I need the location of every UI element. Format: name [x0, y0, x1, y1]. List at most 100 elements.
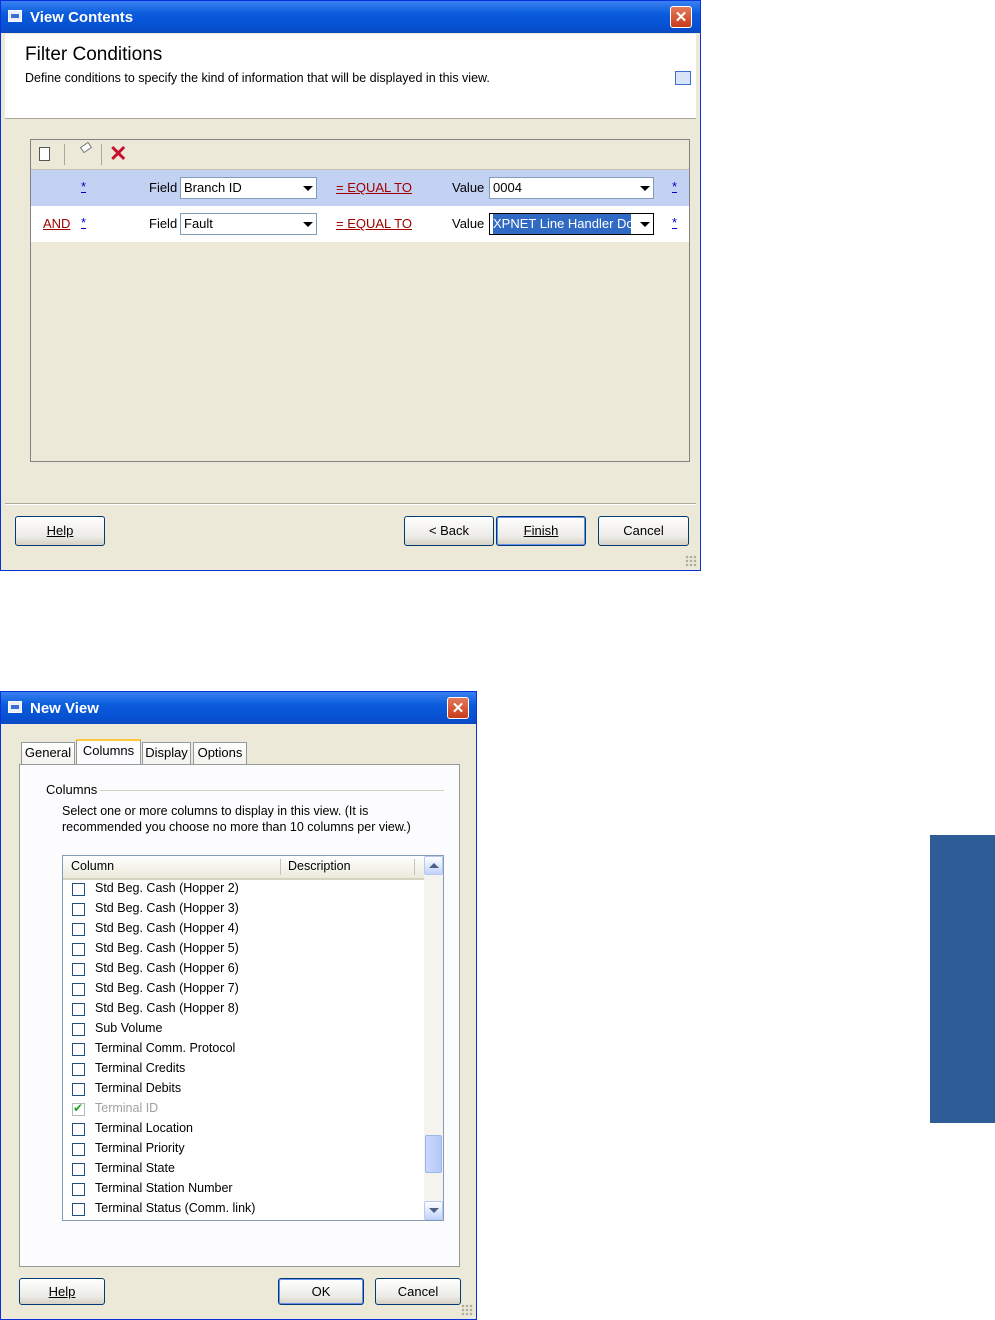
value-select[interactable]: 0004	[489, 177, 654, 199]
ok-button[interactable]: OK	[278, 1278, 364, 1305]
page-description: Define conditions to specify the kind of…	[25, 71, 490, 85]
cancel-button[interactable]: Cancel	[375, 1278, 461, 1305]
checkbox[interactable]	[72, 1043, 85, 1056]
operator-link[interactable]: = EQUAL TO	[336, 216, 412, 231]
resize-grip-icon[interactable]	[461, 1304, 473, 1316]
list-item[interactable]: Terminal Status (Comm. link)	[63, 1200, 423, 1220]
help-button-label: Help	[48, 1284, 76, 1299]
list-item[interactable]: Terminal Debits	[63, 1080, 423, 1100]
chevron-down-icon[interactable]	[635, 214, 653, 234]
chevron-down-icon[interactable]	[635, 178, 653, 198]
checkbox[interactable]	[72, 1083, 85, 1096]
list-item[interactable]: Std Beg. Cash (Hopper 5)	[63, 940, 423, 960]
field-select[interactable]: Branch ID	[180, 177, 317, 199]
tab-display[interactable]: Display	[142, 742, 191, 764]
list-item[interactable]: Terminal Location	[63, 1120, 423, 1140]
field-label: Field	[149, 216, 178, 231]
list-item-label: Terminal ID	[95, 1101, 159, 1115]
tab-general-label: General	[24, 745, 72, 760]
tab-columns[interactable]: Columns	[76, 739, 141, 764]
list-item[interactable]: Sub Volume	[63, 1020, 423, 1040]
row-star-link[interactable]: *	[81, 179, 86, 194]
finish-button[interactable]: Finish	[496, 516, 586, 546]
list-item[interactable]: Std Beg. Cash (Hopper 4)	[63, 920, 423, 940]
field-select[interactable]: Fault	[180, 213, 317, 235]
list-item[interactable]: Terminal Priority	[63, 1140, 423, 1160]
operator-link[interactable]: = EQUAL TO	[336, 180, 412, 195]
instruction-text: Select one or more columns to display in…	[62, 804, 411, 834]
resize-grip-icon[interactable]	[685, 555, 697, 567]
back-button[interactable]: < Back	[404, 516, 494, 546]
checkbox[interactable]	[72, 963, 85, 976]
checkbox[interactable]	[72, 983, 85, 996]
list-item-label: Sub Volume	[95, 1021, 163, 1035]
cancel-button-label: Cancel	[397, 1284, 439, 1299]
list-item[interactable]: Terminal Credits	[63, 1060, 423, 1080]
list-item-label: Std Beg. Cash (Hopper 2)	[95, 881, 239, 895]
list-item-label: Terminal Station Number	[95, 1181, 233, 1195]
column-list[interactable]: Column Description Std Beg. Cash (Hopper…	[62, 855, 444, 1221]
tab-options-label: Options	[197, 745, 243, 760]
scroll-thumb[interactable]	[425, 1135, 442, 1173]
header-divider	[280, 859, 281, 875]
checkbox[interactable]	[72, 1163, 85, 1176]
button-separator	[5, 503, 696, 505]
list-item[interactable]: Terminal Comm. Protocol	[63, 1040, 423, 1060]
value-select[interactable]: XPNET Line Handler Do	[489, 213, 654, 235]
checkbox[interactable]	[72, 943, 85, 956]
checkbox[interactable]	[72, 923, 85, 936]
help-button[interactable]: Help	[15, 516, 105, 546]
chevron-down-icon[interactable]	[298, 214, 316, 234]
list-item[interactable]: Std Beg. Cash (Hopper 3)	[63, 900, 423, 920]
checkbox[interactable]	[72, 1203, 85, 1216]
list-item-label: Terminal Location	[95, 1121, 193, 1135]
checkbox[interactable]	[72, 1003, 85, 1016]
row-end-star-link[interactable]: *	[672, 215, 677, 230]
row-end-star-link[interactable]: *	[672, 179, 677, 194]
new-document-icon[interactable]	[39, 147, 50, 161]
scrollbar[interactable]	[424, 856, 443, 1220]
description-header[interactable]: Description	[288, 859, 351, 873]
side-tab-marker	[930, 835, 995, 1123]
scroll-up-icon[interactable]	[424, 856, 443, 875]
list-item[interactable]: Std Beg. Cash (Hopper 8)	[63, 1000, 423, 1020]
cancel-button[interactable]: Cancel	[598, 516, 689, 546]
scroll-down-icon[interactable]	[424, 1201, 443, 1220]
close-icon[interactable]: ✕	[447, 697, 469, 719]
column-header[interactable]: Column	[71, 859, 114, 873]
list-item[interactable]: Std Beg. Cash (Hopper 7)	[63, 980, 423, 1000]
list-item[interactable]: ✔ Terminal ID	[63, 1100, 423, 1120]
cancel-button-label: Cancel	[623, 523, 664, 538]
checkbox[interactable]	[72, 1123, 85, 1136]
list-item-label: Std Beg. Cash (Hopper 4)	[95, 921, 239, 935]
checkbox[interactable]	[72, 1143, 85, 1156]
chevron-down-icon[interactable]	[298, 178, 316, 198]
list-item[interactable]: Std Beg. Cash (Hopper 2)	[63, 880, 423, 900]
condition-toolbar: ✕	[31, 140, 689, 170]
checkbox[interactable]	[72, 1183, 85, 1196]
window-title: View Contents	[30, 9, 134, 26]
tab-general[interactable]: General	[21, 742, 75, 764]
row-star-link[interactable]: *	[81, 215, 86, 230]
help-button-label: Help	[46, 523, 74, 538]
checkbox[interactable]	[72, 903, 85, 916]
list-item[interactable]: Terminal State	[63, 1160, 423, 1180]
list-item[interactable]: Std Beg. Cash (Hopper 6)	[63, 960, 423, 980]
eraser-icon[interactable]	[79, 141, 93, 154]
list-item-label: Terminal Credits	[95, 1061, 186, 1075]
new-view-window: New View ✕ General Columns Display Optio…	[0, 691, 477, 1320]
tab-options[interactable]: Options	[193, 742, 247, 764]
delete-x-icon[interactable]: ✕	[109, 142, 127, 166]
title-bar[interactable]: New View ✕	[1, 692, 476, 724]
checkbox[interactable]	[72, 1063, 85, 1076]
connector-link[interactable]: AND	[43, 216, 70, 231]
checkbox[interactable]: ✔	[72, 1101, 85, 1116]
close-icon[interactable]: ✕	[670, 6, 692, 28]
title-bar[interactable]: View Contents ✕	[1, 1, 700, 33]
help-button[interactable]: Help	[19, 1278, 105, 1305]
value-select-value: XPNET Line Handler Do	[493, 214, 631, 234]
checkbox[interactable]	[72, 883, 85, 896]
list-item[interactable]: Terminal Station Number	[63, 1180, 423, 1200]
checkbox[interactable]	[72, 1023, 85, 1036]
window-icon	[8, 701, 22, 713]
